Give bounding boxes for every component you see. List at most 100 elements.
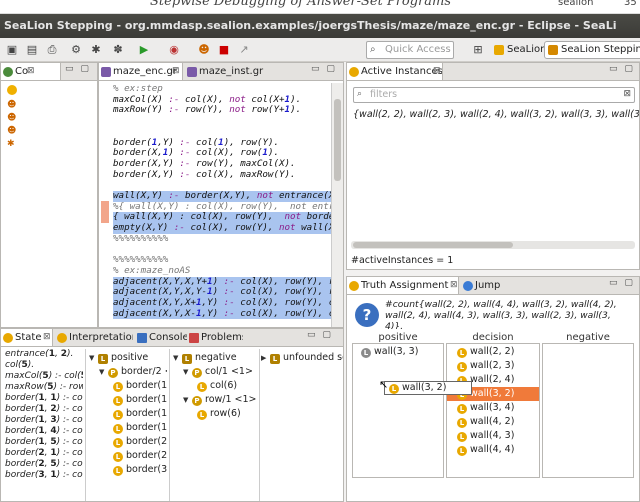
state-entry[interactable]: border(1, 4) :- col(: [5, 426, 83, 437]
tab-state[interactable]: State ⊠: [1, 329, 53, 346]
tab-jump[interactable]: Jump: [461, 277, 511, 294]
decision-item[interactable]: Lwall(3, 4): [447, 401, 539, 415]
col6-label: col(6): [210, 380, 238, 391]
instances-hscrollbar[interactable]: [351, 241, 635, 249]
debug-icon[interactable]: ✱: [88, 42, 104, 58]
decision-item-label: wall(4, 2): [470, 416, 515, 427]
border-item-label: border(1,: [126, 422, 167, 433]
close-icon[interactable]: ⊠: [450, 277, 458, 294]
state-entry[interactable]: border(1, 2) :- col(: [5, 404, 83, 415]
sealion-step-icon[interactable]: ☻: [196, 42, 212, 58]
external-tools-icon[interactable]: ◉: [166, 42, 182, 58]
tab-console[interactable]: Console: [135, 329, 187, 346]
drag-ghost-item: Lwall(3, 2): [384, 381, 472, 395]
editor-window-buttons[interactable]: ▭ ▢: [311, 64, 337, 74]
state-entry[interactable]: border(3, 1) :- col(: [5, 470, 83, 481]
negative-column[interactable]: [542, 343, 634, 478]
tab-state-label: State: [15, 332, 42, 343]
tab-maze-inst[interactable]: maze_inst.gr: [185, 63, 265, 80]
state-ball-icon[interactable]: [7, 85, 17, 95]
resume-icon[interactable]: ↗: [236, 42, 252, 58]
literal-icon: L: [389, 384, 399, 394]
border-item[interactable]: Lborder(1,: [89, 407, 167, 421]
tab-maze-enc[interactable]: maze_enc.gr ⊠: [99, 63, 183, 80]
tab-interpretation[interactable]: Interpretation: [55, 329, 133, 346]
positive-column[interactable]: Lwall(3, 3): [352, 343, 444, 478]
tools-icon[interactable]: ⚙: [68, 42, 84, 58]
tab-truth-label: Truth Assignment: [361, 280, 449, 291]
jump-icon: [463, 281, 473, 291]
literal-icon: L: [361, 348, 371, 358]
literal-icon: L: [457, 432, 467, 442]
border-item[interactable]: Lborder(3,: [89, 463, 167, 477]
tab-truth-assignment[interactable]: Truth Assignment ⊠: [347, 277, 459, 294]
filter-input[interactable]: ⌕ filters ⊠: [353, 87, 635, 103]
decision-item[interactable]: Lwall(4, 4): [447, 443, 539, 457]
view-window-buttons[interactable]: ▭ ▢: [65, 64, 91, 74]
positive-tree[interactable]: ▼Lpositive▼Pborder/2 <1>Lborder(1,Lborde…: [87, 349, 167, 501]
state-entry[interactable]: border(2, 5) :- col(: [5, 459, 83, 470]
bug-icon[interactable]: ✽: [110, 42, 126, 58]
bottom-window-buttons[interactable]: ▭ ▢: [307, 330, 333, 340]
state-entry[interactable]: col(5).: [5, 360, 83, 371]
positive-root[interactable]: ▼ Lpositive: [89, 351, 167, 365]
tab-active-instances[interactable]: Active Instances ⊠: [347, 63, 443, 80]
border-item-label: border(1,: [126, 380, 167, 391]
close-icon[interactable]: ⊠: [43, 329, 51, 346]
negative-tree-items: ▼ Lnegative ▼ Pcol/1 <1> Lcol(6) ▼ Prow/1 <…: [173, 352, 257, 420]
state-icon: [3, 333, 13, 343]
perspective-sealion-stepping[interactable]: SeaLion Stepping: [544, 41, 640, 59]
border-item[interactable]: Lborder(1,: [89, 393, 167, 407]
decision-item[interactable]: Lwall(4, 2): [447, 415, 539, 429]
editor-scrollbar[interactable]: [331, 83, 343, 327]
quick-access-input[interactable]: ⌕ Quick Access: [366, 41, 454, 59]
code-area[interactable]: % ex:step maxCol(X) :- col(X), not col(X+…: [99, 83, 331, 327]
border-item[interactable]: Lborder(2,: [89, 449, 167, 463]
row6-label: row(6): [210, 408, 241, 419]
active-instance-count: #activeInstances = 1: [351, 255, 454, 266]
state-entry[interactable]: border(1, 5) :- col(: [5, 437, 83, 448]
state-entry[interactable]: maxRow(5) :- row: [5, 382, 83, 393]
border-item[interactable]: Lborder(1,: [89, 379, 167, 393]
instance-list-item[interactable]: {wall(2, 2), wall(2, 3), wall(2, 4), wal…: [353, 109, 639, 123]
negative-tree[interactable]: ▼ Lnegative ▼ Pcol/1 <1> Lcol(6) ▼ Prow/1 <…: [171, 349, 257, 501]
close-icon[interactable]: ⊠: [172, 63, 180, 80]
decision-column[interactable]: Lwall(2, 2)Lwall(2, 3)Lwall(2, 4)Lwall(3…: [446, 343, 540, 478]
truth-window-buttons[interactable]: ▭ ▢: [609, 278, 635, 288]
scroll-thumb[interactable]: [353, 242, 513, 248]
state-entry[interactable]: border(1, 3) :- col(: [5, 415, 83, 426]
scroll-thumb[interactable]: [334, 99, 341, 181]
positive-item[interactable]: Lwall(3, 3): [361, 345, 418, 359]
unfounded-tree[interactable]: ▶Lunfounded set: [261, 349, 343, 501]
mouse-cursor-icon: ↖: [379, 378, 389, 391]
active-instances-tabbar: Active Instances ⊠ ▭ ▢: [347, 63, 639, 81]
state-list[interactable]: entrance(1, 2).col(5).maxCol(5) :- col(5…: [3, 349, 83, 501]
decision-item[interactable]: Lwall(4, 3): [447, 429, 539, 443]
close-icon[interactable]: ⊠: [27, 63, 35, 80]
truth-tabbar: Truth Assignment ⊠ Jump ▭ ▢: [347, 277, 639, 295]
row-rule-label: row/1 <1>: [205, 394, 257, 405]
perspective-sealion[interactable]: SeaLion: [490, 41, 551, 59]
open-perspective-icon[interactable]: ⊞: [470, 42, 486, 58]
border-rule[interactable]: ▼Pborder/2 <1>: [89, 365, 167, 379]
divider: [259, 349, 260, 501]
print-icon[interactable]: ⎙: [44, 42, 60, 58]
stop-icon[interactable]: ■: [216, 42, 232, 58]
close-icon[interactable]: ⊠: [433, 63, 441, 80]
instances-window-buttons[interactable]: ▭ ▢: [609, 64, 635, 74]
run-icon[interactable]: ▶: [136, 42, 152, 58]
state-entry[interactable]: maxCol(5) :- col(5): [5, 371, 83, 382]
new-icon[interactable]: ▣: [4, 42, 20, 58]
state-entry[interactable]: entrance(1, 2).: [5, 349, 83, 360]
decision-item[interactable]: Lwall(2, 3): [447, 359, 539, 373]
tab-problems[interactable]: Problems: [187, 329, 243, 346]
tab-co[interactable]: Co ⊠: [1, 63, 61, 80]
border-item[interactable]: Lborder(2,: [89, 435, 167, 449]
border-item[interactable]: Lborder(1,: [89, 421, 167, 435]
clear-icon[interactable]: ⊠: [623, 89, 631, 99]
state-entry[interactable]: border(1, 1) :- col(: [5, 393, 83, 404]
state-entry[interactable]: border(2, 1) :- col(: [5, 448, 83, 459]
decision-item[interactable]: Lwall(2, 2): [447, 345, 539, 359]
save-icon[interactable]: ▤: [24, 42, 40, 58]
quick-access-placeholder: Quick Access: [385, 44, 451, 55]
